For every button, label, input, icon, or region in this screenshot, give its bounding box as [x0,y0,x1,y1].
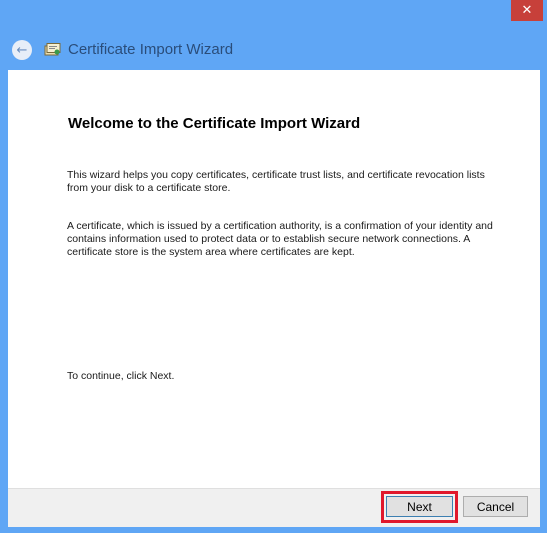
cancel-button[interactable]: Cancel [463,496,528,517]
close-icon: ✕ [521,3,533,18]
back-button[interactable]: ← [12,40,32,60]
wizard-footer: Next Cancel [8,488,540,527]
certificate-icon [44,41,62,59]
close-button[interactable]: ✕ [511,0,543,21]
intro-paragraph: This wizard helps you copy certificates,… [67,169,485,194]
wizard-content: Welcome to the Certificate Import Wizard… [8,70,540,488]
wizard-header: ← Certificate Import Wizard [10,38,233,62]
wizard-title: Certificate Import Wizard [68,41,234,58]
back-arrow-icon: ← [16,42,28,58]
wizard-window: ✕ ← Certificate Import Wizard Welcome to… [0,0,547,533]
certificate-description-paragraph: A certificate, which is issued by a cert… [67,220,493,258]
continue-instruction: To continue, click Next. [67,370,175,382]
welcome-heading: Welcome to the Certificate Import Wizard [68,115,361,132]
next-button[interactable]: Next [386,496,453,517]
window-bottom-border [0,527,547,533]
